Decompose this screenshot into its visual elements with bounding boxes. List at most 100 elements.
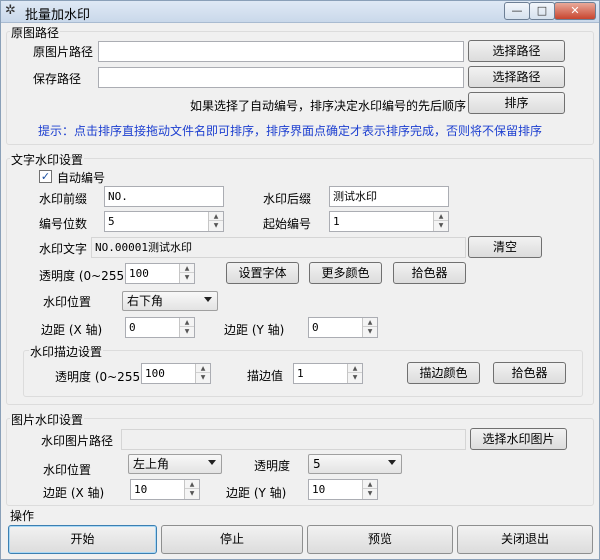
save-path-field[interactable] xyxy=(98,67,464,88)
spin-up-icon[interactable]: ▲ xyxy=(180,264,194,273)
stroke-opacity-spinner[interactable]: 100 ▲ ▼ xyxy=(141,363,211,384)
spin-up-icon[interactable]: ▲ xyxy=(209,212,223,221)
text-margin-y-spinner-arrows[interactable]: ▲ ▼ xyxy=(362,318,377,337)
digits-spinner[interactable]: 5 ▲ ▼ xyxy=(104,211,224,232)
image-margin-y-spinner-arrows[interactable]: ▲ ▼ xyxy=(362,480,377,499)
image-margin-x-value: 10 xyxy=(134,483,148,496)
chevron-down-icon xyxy=(204,297,212,302)
set-font-button[interactable]: 设置字体 xyxy=(226,262,299,284)
text-opacity-spinner[interactable]: 100 ▲ ▼ xyxy=(125,263,195,284)
text-opacity-value: 100 xyxy=(129,267,149,280)
image-margin-x-spinner-arrows[interactable]: ▲ ▼ xyxy=(184,480,199,499)
spin-up-icon[interactable]: ▲ xyxy=(363,318,377,327)
chevron-down-icon xyxy=(208,460,216,465)
choose-source-path-button[interactable]: 选择路径 xyxy=(468,40,565,62)
text-margin-x-spinner[interactable]: 0 ▲ ▼ xyxy=(125,317,195,338)
start-button[interactable]: 开始 xyxy=(8,525,157,554)
spin-down-icon[interactable]: ▼ xyxy=(348,373,362,382)
stroke-color-button[interactable]: 描边颜色 xyxy=(407,362,480,384)
text-margin-y-spinner[interactable]: 0 ▲ ▼ xyxy=(308,317,378,338)
text-margin-x-label: 边距 (X 轴) xyxy=(41,323,103,337)
spin-down-icon[interactable]: ▼ xyxy=(363,327,377,336)
stroke-color-picker-button[interactable]: 拾色器 xyxy=(493,362,566,384)
main-window: ✲ 批量加水印 — □ ✕ 原图路径 原图片路径 选择路径 保存路径 选择路径 … xyxy=(0,0,600,560)
spin-down-icon[interactable]: ▼ xyxy=(180,273,194,282)
start-number-spinner[interactable]: 1 ▲ ▼ xyxy=(329,211,449,232)
choose-save-path-button[interactable]: 选择路径 xyxy=(468,66,565,88)
text-position-select[interactable]: 右下角 xyxy=(122,291,218,311)
spin-up-icon[interactable]: ▲ xyxy=(180,318,194,327)
close-button[interactable]: ✕ xyxy=(554,2,596,20)
ops-group-label: 操作 xyxy=(10,509,35,523)
image-margin-y-spinner[interactable]: 10 ▲ ▼ xyxy=(308,479,378,500)
auto-number-checkbox[interactable]: ✓ xyxy=(39,170,52,183)
close-exit-button[interactable]: 关闭退出 xyxy=(457,525,593,554)
stroke-opacity-spinner-arrows[interactable]: ▲ ▼ xyxy=(195,364,210,383)
text-margin-x-spinner-arrows[interactable]: ▲ ▼ xyxy=(179,318,194,337)
text-opacity-label: 透明度 (0~255) xyxy=(39,269,129,283)
spin-up-icon[interactable]: ▲ xyxy=(434,212,448,221)
source-path-label: 原图片路径 xyxy=(33,45,94,59)
text-opacity-spinner-arrows[interactable]: ▲ ▼ xyxy=(179,264,194,283)
title-bar[interactable]: ✲ 批量加水印 — □ ✕ xyxy=(1,1,599,23)
image-watermark-group-label: 图片水印设置 xyxy=(10,411,85,428)
spin-down-icon[interactable]: ▼ xyxy=(363,489,377,498)
preview-button[interactable]: 预览 xyxy=(307,525,453,554)
suffix-label: 水印后缀 xyxy=(263,192,312,206)
suffix-field[interactable]: 测试水印 xyxy=(329,186,449,207)
source-path-field[interactable] xyxy=(98,41,464,62)
image-position-label: 水印位置 xyxy=(43,463,92,477)
order-note: 如果选择了自动编号，排序决定水印编号的先后顺序 xyxy=(190,99,467,113)
color-picker-button[interactable]: 拾色器 xyxy=(393,262,466,284)
text-margin-y-value: 0 xyxy=(312,321,319,334)
watermark-text-field[interactable]: NO.00001测试水印 xyxy=(91,237,466,258)
text-position-value: 右下角 xyxy=(127,294,164,308)
sort-button[interactable]: 排序 xyxy=(468,92,565,114)
image-path-label: 水印图片路径 xyxy=(41,434,114,448)
image-margin-x-label: 边距 (X 轴) xyxy=(43,486,105,500)
image-path-field[interactable] xyxy=(121,429,466,450)
clear-button[interactable]: 清空 xyxy=(468,236,542,258)
stroke-value: 1 xyxy=(297,367,304,380)
spin-up-icon[interactable]: ▲ xyxy=(363,480,377,489)
more-colors-button[interactable]: 更多颜色 xyxy=(309,262,382,284)
spin-up-icon[interactable]: ▲ xyxy=(185,480,199,489)
image-opacity-label: 透明度 xyxy=(254,459,291,473)
image-margin-y-value: 10 xyxy=(312,483,326,496)
chevron-down-icon xyxy=(388,460,396,465)
watermark-text-label: 水印文字 xyxy=(39,242,88,256)
text-watermark-group-label: 文字水印设置 xyxy=(10,151,85,168)
spin-down-icon[interactable]: ▼ xyxy=(180,327,194,336)
window-title: 批量加水印 xyxy=(25,8,91,23)
stroke-value-spinner[interactable]: 1 ▲ ▼ xyxy=(293,363,363,384)
image-opacity-value: 5 xyxy=(313,457,321,471)
spin-down-icon[interactable]: ▼ xyxy=(196,373,210,382)
minimize-button[interactable]: — xyxy=(504,2,530,20)
choose-watermark-image-button[interactable]: 选择水印图片 xyxy=(470,428,567,450)
image-position-select[interactable]: 左上角 xyxy=(128,454,222,474)
spin-up-icon[interactable]: ▲ xyxy=(348,364,362,373)
text-margin-x-value: 0 xyxy=(129,321,136,334)
stroke-value-spinner-arrows[interactable]: ▲ ▼ xyxy=(347,364,362,383)
digits-label: 编号位数 xyxy=(39,217,88,231)
spin-down-icon[interactable]: ▼ xyxy=(209,221,223,230)
maximize-button[interactable]: □ xyxy=(529,2,555,20)
digits-value: 5 xyxy=(108,215,115,228)
start-number-value: 1 xyxy=(333,215,340,228)
digits-spinner-arrows[interactable]: ▲ ▼ xyxy=(208,212,223,231)
stop-button[interactable]: 停止 xyxy=(161,525,303,554)
spin-down-icon[interactable]: ▼ xyxy=(434,221,448,230)
gear-icon: ✲ xyxy=(5,3,16,18)
start-number-label: 起始编号 xyxy=(263,217,312,231)
image-opacity-select[interactable]: 5 xyxy=(308,454,402,474)
save-path-label: 保存路径 xyxy=(33,72,82,86)
image-margin-x-spinner[interactable]: 10 ▲ ▼ xyxy=(130,479,200,500)
image-margin-y-label: 边距 (Y 轴) xyxy=(226,486,287,500)
prefix-field[interactable]: NO. xyxy=(104,186,224,207)
spin-up-icon[interactable]: ▲ xyxy=(196,364,210,373)
sort-tip: 提示：点击排序直接拖动文件名即可排序，排序界面点确定才表示排序完成，否则将不保留… xyxy=(38,124,543,138)
stroke-group-label: 水印描边设置 xyxy=(29,343,104,360)
start-number-spinner-arrows[interactable]: ▲ ▼ xyxy=(433,212,448,231)
spin-down-icon[interactable]: ▼ xyxy=(185,489,199,498)
stroke-opacity-label: 透明度 (0~255) xyxy=(55,370,145,384)
